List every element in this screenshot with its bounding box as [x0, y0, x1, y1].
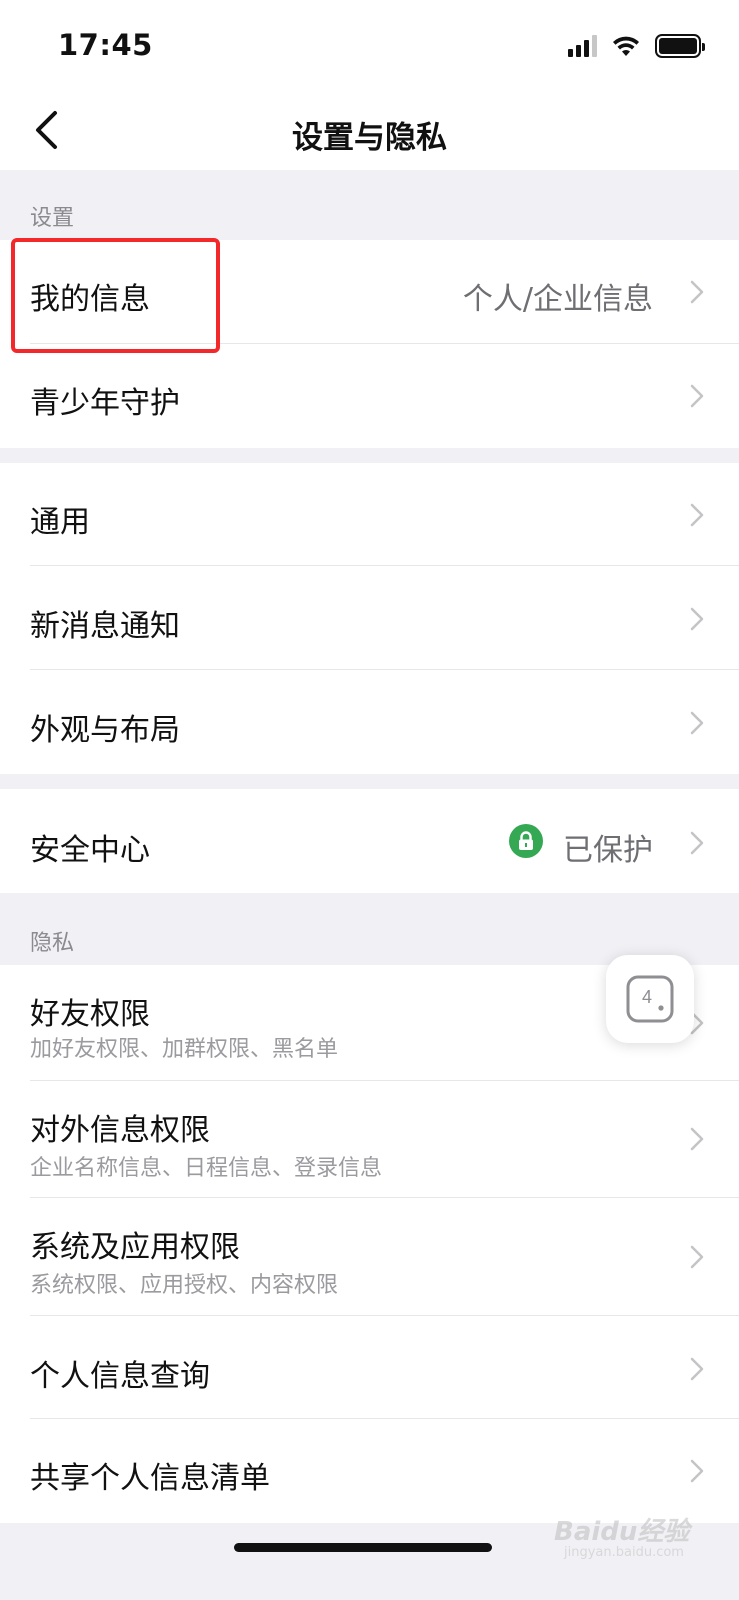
status-time: 17:45 [58, 28, 153, 62]
row-label: 青少年守护 [30, 386, 180, 421]
status-icons [568, 32, 705, 60]
nav-bar: 设置与隐私 [0, 90, 739, 170]
battery-icon [655, 34, 705, 58]
home-indicator[interactable] [234, 1543, 492, 1552]
row-subtitle: 企业名称信息、日程信息、登录信息 [30, 1156, 383, 1181]
row-label: 好友权限 [30, 997, 150, 1032]
row-youth-protection[interactable]: 青少年守护 [0, 343, 739, 448]
watermark: Baidu经验 jingyan.baidu.com [554, 1505, 724, 1565]
chevron-right-icon [690, 280, 704, 304]
chevron-right-icon [690, 711, 704, 735]
row-label: 对外信息权限 [30, 1113, 210, 1148]
row-system-app-permissions[interactable]: 系统及应用权限 系统权限、应用授权、内容权限 [0, 1197, 739, 1315]
chevron-right-icon [690, 831, 704, 855]
row-security-center[interactable]: 安全中心 已保护 [0, 789, 739, 893]
floating-window-button[interactable]: 4 [606, 955, 694, 1043]
row-subtitle: 加好友权限、加群权限、黑名单 [30, 1037, 339, 1062]
section-header-privacy: 隐私 [30, 931, 75, 956]
lock-icon [509, 824, 543, 858]
row-label: 共享个人信息清单 [30, 1461, 270, 1496]
row-label: 通用 [30, 505, 90, 540]
security-group: 安全中心 已保护 [0, 789, 739, 893]
watermark-text: Baidu经验 [554, 1517, 690, 1547]
chevron-right-icon [690, 503, 704, 527]
row-external-info-permissions[interactable]: 对外信息权限 企业名称信息、日程信息、登录信息 [0, 1080, 739, 1197]
row-label: 系统及应用权限 [30, 1230, 240, 1265]
signal-icon [568, 35, 597, 57]
row-personal-info-query[interactable]: 个人信息查询 [0, 1315, 739, 1418]
row-subtitle: 系统权限、应用授权、内容权限 [30, 1273, 339, 1298]
row-new-message-notification[interactable]: 新消息通知 [0, 565, 739, 669]
row-value: 已保护 [563, 833, 653, 868]
row-appearance-layout[interactable]: 外观与布局 [0, 669, 739, 774]
chevron-right-icon [690, 1459, 704, 1483]
floating-window-icon: 4 [626, 975, 674, 1023]
row-general[interactable]: 通用 [0, 463, 739, 565]
chevron-right-icon [690, 1357, 704, 1381]
chevron-right-icon [690, 1245, 704, 1269]
chevron-right-icon [690, 384, 704, 408]
section-header-settings: 设置 [30, 206, 75, 231]
highlight-box [11, 238, 220, 353]
row-label: 安全中心 [30, 833, 150, 868]
general-group: 通用 新消息通知 外观与布局 [0, 463, 739, 774]
privacy-group: 好友权限 加好友权限、加群权限、黑名单 对外信息权限 企业名称信息、日程信息、登… [0, 965, 739, 1523]
status-bar: 17:45 [0, 0, 739, 90]
page-title: 设置与隐私 [292, 120, 447, 156]
row-label: 新消息通知 [30, 609, 180, 644]
chevron-right-icon [690, 1127, 704, 1151]
floating-badge: 4 [642, 987, 652, 1007]
wifi-icon [613, 36, 639, 56]
row-label: 外观与布局 [30, 713, 180, 748]
row-value: 个人/企业信息 [462, 282, 653, 317]
chevron-right-icon [690, 607, 704, 631]
row-label: 个人信息查询 [30, 1359, 210, 1394]
watermark-url: jingyan.baidu.com [564, 1545, 684, 1560]
